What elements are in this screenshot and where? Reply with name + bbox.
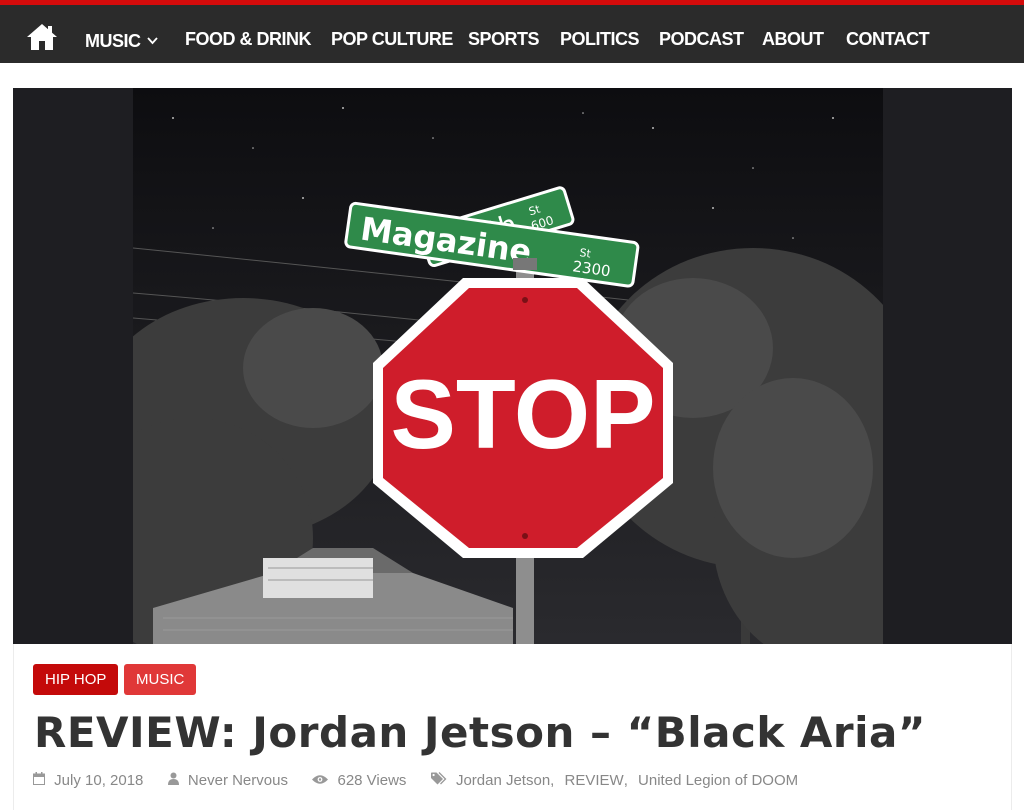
tags-icon: [430, 771, 447, 789]
calendar-icon: [33, 771, 45, 789]
post-card: HIP HOP MUSIC REVIEW: Jordan Jetson – “B…: [13, 644, 1012, 810]
main-nav: MUSIC FOOD & DRINK POP CULTURE SPORTS PO…: [0, 10, 1024, 68]
nav-item-sports[interactable]: SPORTS: [468, 29, 540, 50]
nav-item-music[interactable]: MUSIC: [85, 29, 158, 52]
nav-item-label: MUSIC: [85, 31, 141, 51]
category-music[interactable]: MUSIC: [124, 664, 197, 695]
post-date[interactable]: July 10, 2018: [54, 772, 143, 789]
svg-text:STOP: STOP: [390, 359, 655, 469]
featured-image[interactable]: 24th St 600 Magazine St 2300 STOP: [13, 88, 1012, 644]
post-views: 628 Views: [337, 771, 407, 789]
post-meta: July 10, 2018 Never Nervous 628 Views Jo…: [33, 771, 798, 789]
nav-item-podcast[interactable]: PODCAST: [659, 29, 744, 50]
nav-item-about[interactable]: ABOUT: [762, 29, 824, 50]
tag-link[interactable]: REVIEW: [565, 772, 624, 789]
home-icon[interactable]: [25, 22, 59, 52]
nav-item-food-drink[interactable]: FOOD & DRINK: [185, 29, 312, 50]
post-title[interactable]: REVIEW: Jordan Jetson – “Black Aria”: [34, 708, 926, 757]
nav-item-politics[interactable]: POLITICS: [560, 29, 640, 50]
post-author[interactable]: Never Nervous: [188, 772, 288, 789]
user-icon: [167, 772, 179, 789]
nav-item-pop-culture[interactable]: POP CULTURE: [331, 29, 453, 50]
nav-item-contact[interactable]: CONTACT: [846, 29, 930, 50]
chevron-down-icon: [146, 29, 158, 50]
tag-link[interactable]: United Legion of DOOM: [638, 772, 798, 789]
tag-link[interactable]: Jordan Jetson: [456, 772, 550, 789]
stop-sign-illustration: 24th St 600 Magazine St 2300 STOP: [133, 88, 883, 644]
top-navigation-bar: MUSIC FOOD & DRINK POP CULTURE SPORTS PO…: [0, 0, 1024, 63]
category-hip-hop[interactable]: HIP HOP: [33, 664, 119, 695]
eye-icon: [312, 772, 329, 789]
